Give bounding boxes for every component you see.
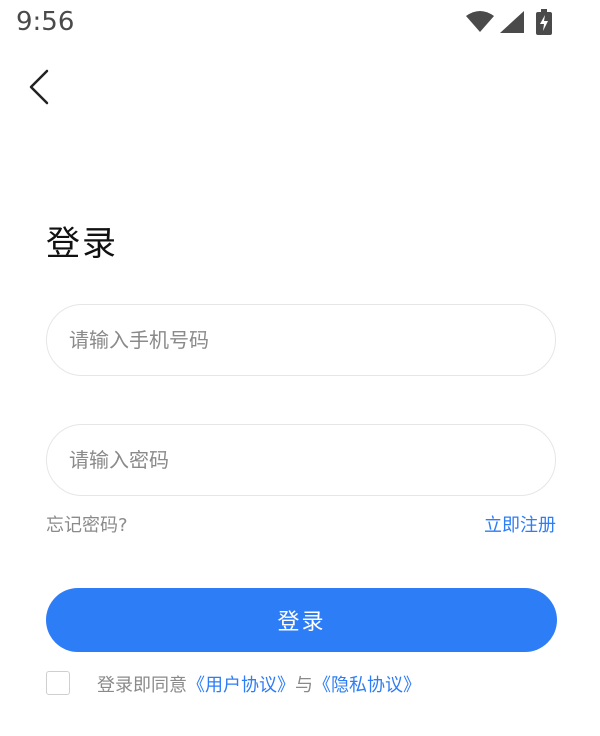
phone-input[interactable] [47, 305, 555, 375]
user-agreement-link[interactable]: 《用户协议》 [187, 675, 295, 696]
battery-charging-icon [536, 9, 552, 35]
wifi-icon [466, 11, 494, 33]
forgot-password-link[interactable]: 忘记密码? [46, 511, 128, 537]
signal-icon [500, 11, 524, 33]
status-time: 9:56 [16, 7, 75, 37]
page-title: 登录 [46, 224, 118, 264]
status-icons [466, 8, 552, 36]
privacy-agreement-link[interactable]: 《隐私协议》 [313, 675, 421, 696]
agreement-connector: 与 [295, 675, 313, 696]
register-link[interactable]: 立即注册 [484, 511, 556, 537]
phone-field-container [46, 304, 556, 376]
login-button[interactable]: 登录 [46, 588, 557, 652]
chevron-left-icon [22, 69, 58, 114]
back-button[interactable] [22, 66, 58, 110]
agreement-prefix: 登录即同意 [97, 675, 187, 696]
agreement-text: 登录即同意《用户协议》与《隐私协议》 [97, 671, 421, 697]
login-screen: 9:56 登录 请输入手机号码 忘记密码? 立即注册 登录 登录即同意《用户协议… [0, 0, 600, 736]
agree-checkbox[interactable] [46, 671, 70, 695]
password-field-container [46, 424, 556, 496]
password-input[interactable] [47, 425, 555, 495]
